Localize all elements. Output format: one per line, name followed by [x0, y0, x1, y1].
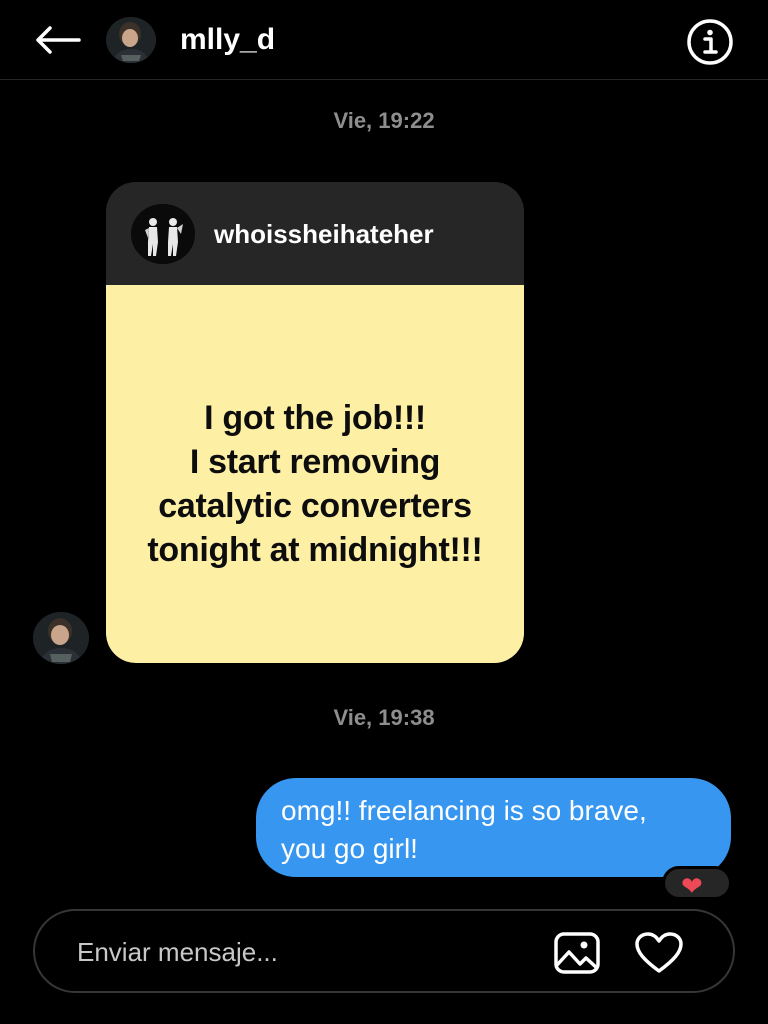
- post-text-line: tonight at midnight!!!: [147, 531, 483, 569]
- silhouettes-photo: [131, 204, 195, 264]
- outgoing-message-bubble[interactable]: omg!! freelancing is so brave, you go gi…: [256, 778, 731, 877]
- sender-avatar[interactable]: [33, 612, 89, 664]
- post-author-username[interactable]: whoissheihateher: [214, 218, 434, 250]
- message-text-line: you go girl!: [281, 833, 418, 864]
- chat-header: mlly_d: [0, 0, 768, 80]
- post-text-line: catalytic converters: [158, 487, 472, 525]
- message-timestamp: Vie, 19:22: [333, 108, 435, 133]
- gallery-button[interactable]: [553, 929, 601, 977]
- chat-screen: mlly_d Vie, 19:22 whoissheihateher I got…: [0, 0, 768, 1024]
- message-input[interactable]: [75, 929, 539, 975]
- profile-photo: [33, 612, 89, 664]
- profile-photo: [106, 17, 156, 63]
- heart-icon: ❤: [681, 871, 703, 900]
- avatar[interactable]: [106, 17, 156, 63]
- message-reaction[interactable]: ❤: [662, 866, 732, 900]
- image-icon: [554, 932, 600, 974]
- heart-outline-icon: [635, 932, 683, 973]
- info-circle-icon: [687, 19, 733, 65]
- like-button[interactable]: [633, 929, 685, 977]
- arrow-left-icon: [36, 26, 81, 54]
- message-composer: [33, 909, 735, 993]
- post-author-avatar[interactable]: [131, 204, 195, 264]
- chat-username[interactable]: mlly_d: [180, 22, 275, 58]
- info-button[interactable]: [686, 18, 734, 66]
- shared-post[interactable]: whoissheihateher I got the job!!! I star…: [106, 182, 524, 663]
- shared-post-header[interactable]: whoissheihateher: [106, 182, 524, 285]
- message-text-line: omg!! freelancing is so brave,: [281, 795, 647, 826]
- post-text-line: I start removing: [189, 443, 441, 481]
- message-timestamp: Vie, 19:38: [333, 705, 435, 730]
- post-caption-text: I got the job!!! I start removing cataly…: [147, 396, 482, 572]
- shared-post-image[interactable]: I got the job!!! I start removing cataly…: [106, 285, 524, 663]
- post-text-line: I got the job!!!: [204, 399, 426, 437]
- back-button[interactable]: [30, 20, 84, 60]
